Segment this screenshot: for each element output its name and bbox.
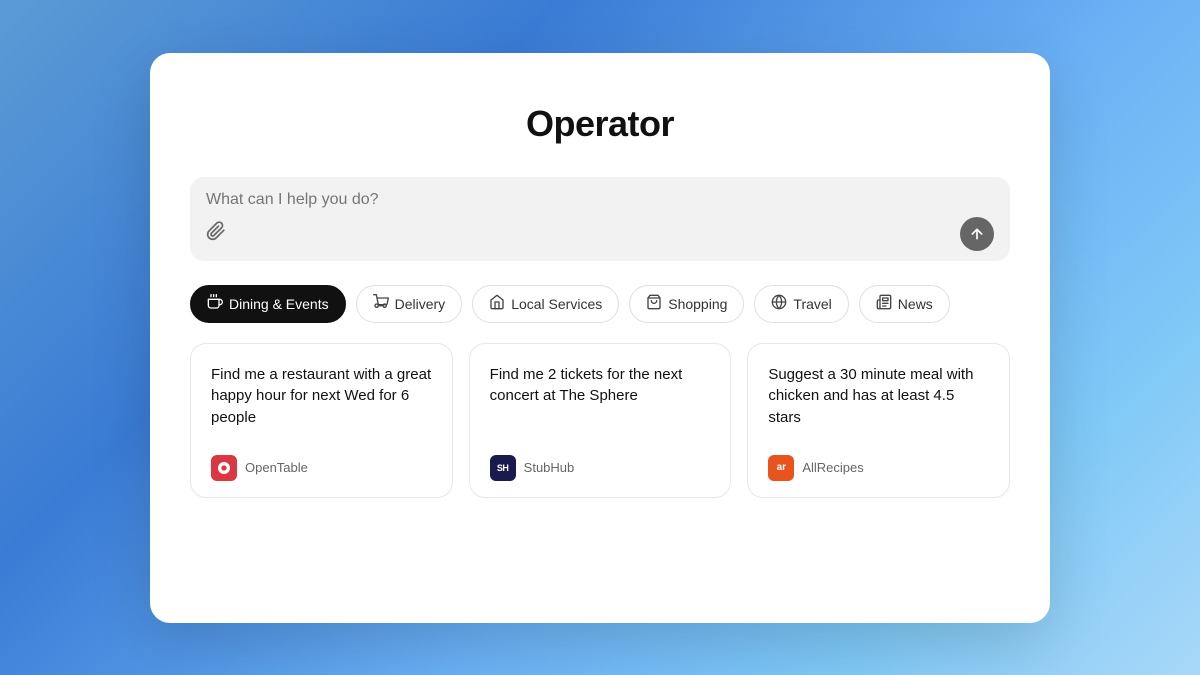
card-stubhub[interactable]: Find me 2 tickets for the next concert a…: [469, 343, 732, 498]
card-opentable-footer: OpenTable: [211, 455, 432, 481]
tab-local[interactable]: Local Services: [472, 285, 619, 323]
local-icon: [489, 294, 505, 314]
card-stubhub-footer: SH StubHub: [490, 455, 711, 481]
submit-button[interactable]: [960, 217, 994, 251]
card-stubhub-text: Find me 2 tickets for the next concert a…: [490, 364, 711, 439]
search-input[interactable]: [206, 191, 994, 209]
dining-icon: [207, 294, 223, 314]
card-opentable-text: Find me a restaurant with a great happy …: [211, 364, 432, 439]
opentable-logo: [211, 455, 237, 481]
travel-icon: [771, 294, 787, 314]
tab-delivery[interactable]: Delivery: [356, 285, 463, 323]
delivery-icon: [373, 294, 389, 314]
card-allrecipes[interactable]: Suggest a 30 minute meal with chicken an…: [747, 343, 1010, 498]
tab-dining[interactable]: Dining & Events: [190, 285, 346, 323]
allrecipes-brand-name: AllRecipes: [802, 460, 863, 475]
tab-news-label: News: [898, 296, 933, 312]
allrecipes-logo: ar: [768, 455, 794, 481]
card-allrecipes-footer: ar AllRecipes: [768, 455, 989, 481]
news-icon: [876, 294, 892, 314]
cards-grid: Find me a restaurant with a great happy …: [190, 343, 1010, 498]
tab-delivery-label: Delivery: [395, 296, 446, 312]
page-title: Operator: [190, 103, 1010, 145]
opentable-brand-name: OpenTable: [245, 460, 308, 475]
search-box: [190, 177, 1010, 261]
tab-travel-label: Travel: [793, 296, 831, 312]
attach-icon[interactable]: [206, 221, 226, 247]
category-tabs: Dining & Events Delivery Local Services: [190, 285, 1010, 323]
card-opentable[interactable]: Find me a restaurant with a great happy …: [190, 343, 453, 498]
tab-dining-label: Dining & Events: [229, 296, 329, 312]
card-allrecipes-text: Suggest a 30 minute meal with chicken an…: [768, 364, 989, 439]
stubhub-logo: SH: [490, 455, 516, 481]
tab-shopping[interactable]: Shopping: [629, 285, 744, 323]
stubhub-brand-name: StubHub: [524, 460, 575, 475]
tab-news[interactable]: News: [859, 285, 950, 323]
shopping-icon: [646, 294, 662, 314]
tab-travel[interactable]: Travel: [754, 285, 848, 323]
tab-shopping-label: Shopping: [668, 296, 727, 312]
main-card: Operator Dining & Even: [150, 53, 1050, 623]
tab-local-label: Local Services: [511, 296, 602, 312]
